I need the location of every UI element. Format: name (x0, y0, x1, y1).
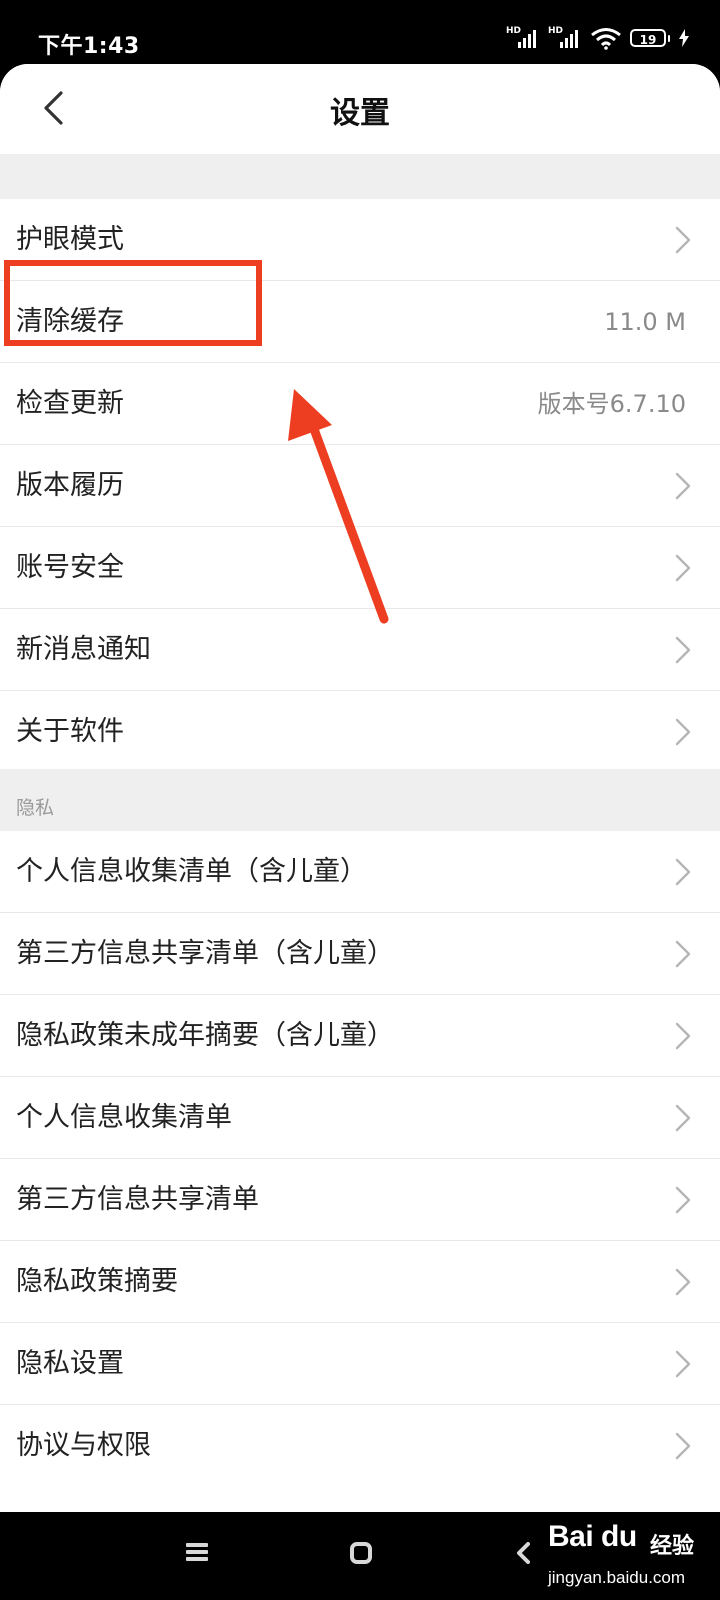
settings-item-label: 个人信息收集清单 (16, 1102, 232, 1133)
settings-item-label: 隐私设置 (16, 1348, 124, 1379)
chevron-right-icon (675, 554, 691, 582)
chevron-right-icon (675, 1268, 691, 1296)
settings-item-third-party[interactable]: 第三方信息共享清单 (0, 1159, 720, 1241)
watermark-name: 经验 (650, 1534, 695, 1559)
annotation-highlight-box (4, 260, 262, 346)
settings-item-privacy-summary[interactable]: 隐私政策摘要 (0, 1241, 720, 1323)
settings-item-minor-privacy-summary[interactable]: 隐私政策未成年摘要（含儿童） (0, 995, 720, 1077)
watermark-url: jingyan.baidu.com (548, 1568, 686, 1587)
battery-icon: 19 (630, 29, 670, 47)
section-header-label: 隐私 (16, 797, 55, 819)
chevron-right-icon (675, 858, 691, 886)
settings-item-label: 第三方信息共享清单（含儿童） (16, 938, 394, 969)
settings-item-personal-info-children[interactable]: 个人信息收集清单（含儿童） (0, 831, 720, 913)
settings-item-label: 隐私政策未成年摘要（含儿童） (16, 1020, 394, 1051)
settings-item-privacy-settings[interactable]: 隐私设置 (0, 1323, 720, 1405)
settings-item-personal-info[interactable]: 个人信息收集清单 (0, 1077, 720, 1159)
chevron-right-icon (675, 636, 691, 664)
home-icon[interactable] (350, 1542, 372, 1564)
section-divider (0, 154, 720, 199)
privacy-settings-list: 个人信息收集清单（含儿童） 第三方信息共享清单（含儿童） 隐私政策未成年摘要（含… (0, 831, 720, 1487)
cache-size-value: 11.0 M (604, 308, 686, 336)
settings-item-label: 关于软件 (16, 716, 124, 747)
settings-item-label: 版本履历 (16, 470, 124, 501)
chevron-right-icon (675, 1186, 691, 1214)
annotation-arrow-icon (288, 389, 389, 624)
status-time: 下午1:43 (38, 34, 140, 59)
settings-item-about[interactable]: 关于软件 (0, 691, 720, 773)
status-bar: 下午1:43 HD HD 19 (0, 0, 720, 64)
chevron-right-icon (675, 718, 691, 746)
status-icons: HD HD 19 (506, 26, 690, 50)
charging-icon (679, 29, 689, 47)
chevron-right-icon (675, 1022, 691, 1050)
settings-item-label: 检查更新 (16, 388, 124, 419)
cellular-signal-icon: HD (506, 26, 540, 50)
settings-item-agreements[interactable]: 协议与权限 (0, 1405, 720, 1487)
watermark-brand: Bai du (548, 1520, 637, 1553)
settings-item-label: 新消息通知 (16, 634, 151, 665)
back-nav-icon[interactable] (516, 1542, 530, 1564)
chevron-right-icon (675, 472, 691, 500)
cellular-signal-icon: HD (548, 26, 582, 50)
baidu-jingyan-watermark: Bai du 经验 jingyan.baidu.com (548, 1518, 718, 1596)
settings-item-label: 账号安全 (16, 552, 124, 583)
chevron-right-icon (675, 940, 691, 968)
privacy-section-header: 隐私 (0, 769, 720, 831)
system-navigation-bar: Bai du 经验 jingyan.baidu.com (0, 1512, 720, 1600)
battery-level: 19 (630, 29, 666, 47)
wifi-icon (591, 28, 621, 50)
version-value: 版本号6.7.10 (537, 390, 686, 418)
menu-icon[interactable] (186, 1542, 208, 1562)
header: 设置 (0, 64, 720, 154)
settings-item-label: 协议与权限 (16, 1430, 151, 1461)
settings-item-label: 个人信息收集清单（含儿童） (16, 856, 367, 887)
page-title: 设置 (330, 96, 390, 131)
chevron-right-icon (675, 226, 691, 254)
settings-item-third-party-children[interactable]: 第三方信息共享清单（含儿童） (0, 913, 720, 995)
settings-item-label: 隐私政策摘要 (16, 1266, 178, 1297)
settings-item-label: 第三方信息共享清单 (16, 1184, 259, 1215)
settings-screen: 设置 护眼模式 清除缓存 11.0 M 检查更新 版本号6.7.10 版本履历 … (0, 64, 720, 1512)
chevron-right-icon (675, 1350, 691, 1378)
chevron-right-icon (675, 1104, 691, 1132)
chevron-right-icon (675, 1432, 691, 1460)
